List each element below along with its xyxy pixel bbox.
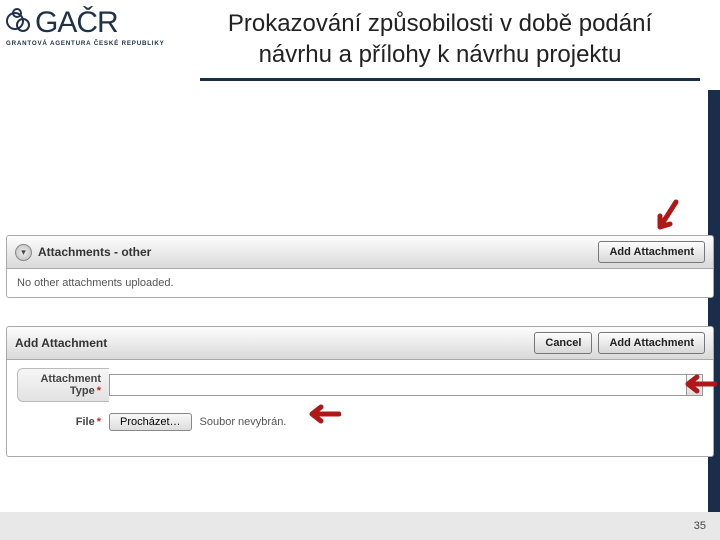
add-attachment-panel: Add Attachment Cancel Add Attachment Att… <box>6 326 714 457</box>
panel-header: Add Attachment Cancel Add Attachment <box>7 327 713 360</box>
attachment-type-label: Attachment Type* <box>17 368 109 402</box>
panel-header: ▾ Attachments - other Add Attachment <box>7 236 713 269</box>
required-icon: * <box>97 416 101 428</box>
logo: GAČR GRANTOVÁ AGENTURA ČESKÉ REPUBLIKY <box>6 8 191 47</box>
file-label: File* <box>17 412 109 432</box>
slide: GAČR GRANTOVÁ AGENTURA ČESKÉ REPUBLIKY P… <box>0 0 720 540</box>
attachment-type-input[interactable] <box>109 374 687 396</box>
form-body: Attachment Type* ▾ File* Procházet… Soub… <box>7 360 713 456</box>
add-attachment-button[interactable]: Add Attachment <box>598 332 705 354</box>
attachment-type-row: Attachment Type* ▾ <box>17 368 703 402</box>
content: ▾ Attachments - other Add Attachment No … <box>0 235 720 457</box>
page-number: 35 <box>694 520 706 532</box>
panel-title: Attachments - other <box>38 245 151 259</box>
panel-title: Add Attachment <box>15 336 107 350</box>
logo-subtitle: GRANTOVÁ AGENTURA ČESKÉ REPUBLIKY <box>6 40 191 47</box>
footer: 35 <box>0 512 720 540</box>
arrow-icon <box>652 199 682 235</box>
header: GAČR GRANTOVÁ AGENTURA ČESKÉ REPUBLIKY P… <box>0 0 720 80</box>
collapse-button[interactable]: ▾ <box>15 244 32 261</box>
title-underline <box>200 78 700 81</box>
empty-message: No other attachments uploaded. <box>17 277 174 289</box>
required-icon: * <box>97 385 101 397</box>
dropdown-button[interactable]: ▾ <box>687 374 703 396</box>
add-attachment-button[interactable]: Add Attachment <box>598 241 705 263</box>
page-title: Prokazování způsobilosti v době podání n… <box>215 8 695 70</box>
chevron-down-icon: ▾ <box>692 381 696 390</box>
attachments-other-panel: ▾ Attachments - other Add Attachment No … <box>6 235 714 298</box>
panel-body: No other attachments uploaded. <box>7 269 713 297</box>
chevron-down-icon: ▾ <box>21 247 26 258</box>
logo-icon <box>6 8 32 38</box>
cancel-button[interactable]: Cancel <box>534 332 592 354</box>
browse-button[interactable]: Procházet… <box>109 413 192 431</box>
file-status: Soubor nevybrán. <box>200 416 287 428</box>
file-row: File* Procházet… Soubor nevybrán. <box>17 412 703 432</box>
logo-text: GAČR <box>35 8 118 38</box>
